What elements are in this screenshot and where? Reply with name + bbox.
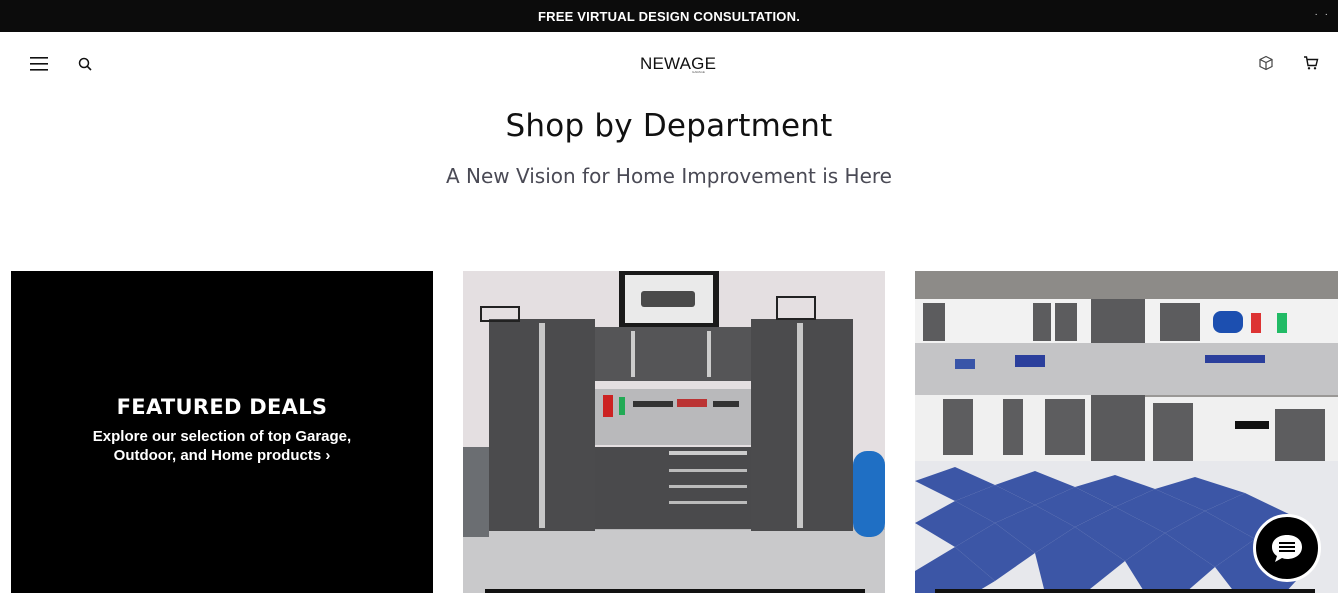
chat-button[interactable] bbox=[1253, 514, 1321, 582]
page-subtitle: A New Vision for Home Improvement is Her… bbox=[445, 164, 892, 188]
featured-deals-heading: FEATURED DEALS bbox=[116, 395, 328, 419]
featured-deals-card[interactable]: FEATURED DEALS Explore our selection of … bbox=[11, 271, 433, 593]
logo-subtext: GARAGE bbox=[692, 70, 705, 74]
announcement-text[interactable]: FREE VIRTUAL DESIGN CONSULTATION. bbox=[538, 9, 800, 24]
announcement-bar: FREE VIRTUAL DESIGN CONSULTATION. · · bbox=[0, 0, 1338, 32]
chat-icon bbox=[1272, 535, 1302, 562]
announcement-dots[interactable]: · · bbox=[1315, 9, 1330, 20]
cart-icon bbox=[1304, 56, 1319, 70]
account-box-button[interactable] bbox=[1252, 49, 1280, 77]
site-logo[interactable]: NEWAGE GARAGE bbox=[640, 52, 716, 76]
garage-cabinets-card[interactable] bbox=[463, 271, 885, 593]
box-icon bbox=[1259, 55, 1273, 71]
featured-deals-link[interactable]: Explore our selection of top Garage, Out… bbox=[72, 427, 372, 465]
search-button[interactable] bbox=[71, 50, 99, 78]
garage-cabinets-photo bbox=[463, 271, 885, 593]
menu-button[interactable] bbox=[25, 50, 53, 78]
search-icon bbox=[78, 57, 92, 71]
site-header: NEWAGE GARAGE bbox=[0, 32, 1338, 96]
cart-button[interactable] bbox=[1297, 49, 1325, 77]
page-title: Shop by Department bbox=[505, 108, 833, 144]
hamburger-icon bbox=[30, 57, 48, 71]
